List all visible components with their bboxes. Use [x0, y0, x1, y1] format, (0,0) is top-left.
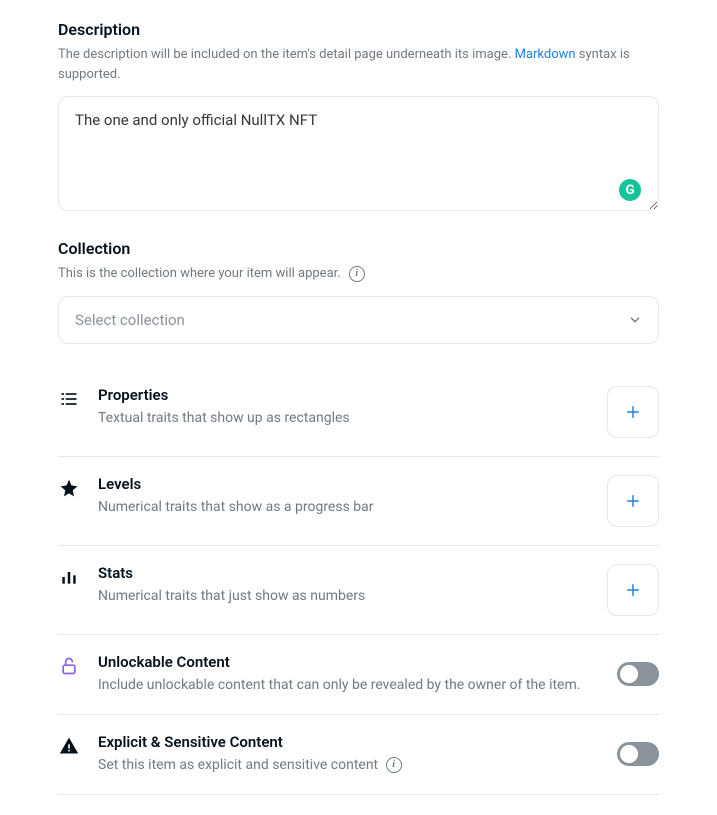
- info-icon[interactable]: i: [386, 757, 402, 773]
- explicit-row: Explicit & Sensitive Content Set this it…: [58, 715, 659, 795]
- explicit-title: Explicit & Sensitive Content: [98, 733, 599, 751]
- properties-desc: Textual traits that show up as rectangle…: [98, 408, 589, 429]
- stats-desc: Numerical traits that just show as numbe…: [98, 586, 589, 607]
- explicit-toggle[interactable]: [617, 742, 659, 766]
- explicit-desc: Set this item as explicit and sensitive …: [98, 755, 599, 776]
- markdown-link[interactable]: Markdown: [515, 47, 576, 62]
- unlockable-row: Unlockable Content Include unlockable co…: [58, 635, 659, 715]
- info-icon[interactable]: i: [349, 266, 365, 282]
- description-help-prefix: The description will be included on the …: [58, 47, 515, 62]
- levels-desc: Numerical traits that show as a progress…: [98, 497, 589, 518]
- stats-row: Stats Numerical traits that just show as…: [58, 546, 659, 635]
- unlockable-desc: Include unlockable content that can only…: [98, 675, 599, 696]
- add-levels-button[interactable]: [607, 475, 659, 527]
- description-title: Description: [58, 20, 659, 39]
- grammarly-icon[interactable]: G: [619, 179, 641, 201]
- list-icon: [58, 388, 80, 410]
- warning-icon: [58, 735, 80, 757]
- collection-title: Collection: [58, 239, 659, 258]
- collection-placeholder: Select collection: [75, 311, 185, 329]
- levels-row: Levels Numerical traits that show as a p…: [58, 457, 659, 546]
- unlockable-title: Unlockable Content: [98, 653, 599, 671]
- chevron-down-icon: [628, 313, 642, 327]
- description-help: The description will be included on the …: [58, 45, 659, 84]
- unlock-icon: [58, 655, 80, 677]
- collection-section: Collection This is the collection where …: [58, 239, 659, 344]
- explicit-desc-text: Set this item as explicit and sensitive …: [98, 757, 382, 773]
- star-icon: [58, 477, 80, 499]
- add-stats-button[interactable]: [607, 564, 659, 616]
- description-input[interactable]: [58, 96, 659, 211]
- properties-row: Properties Textual traits that show up a…: [58, 368, 659, 457]
- properties-title: Properties: [98, 386, 589, 404]
- description-section: Description The description will be incl…: [58, 20, 659, 215]
- collection-help: This is the collection where your item w…: [58, 264, 341, 284]
- add-properties-button[interactable]: [607, 386, 659, 438]
- toggle-knob: [620, 745, 638, 763]
- collection-select[interactable]: Select collection: [58, 296, 659, 344]
- unlockable-toggle[interactable]: [617, 662, 659, 686]
- stats-title: Stats: [98, 564, 589, 582]
- toggle-knob: [620, 665, 638, 683]
- levels-title: Levels: [98, 475, 589, 493]
- trait-list: Properties Textual traits that show up a…: [58, 368, 659, 795]
- bar-chart-icon: [58, 566, 80, 588]
